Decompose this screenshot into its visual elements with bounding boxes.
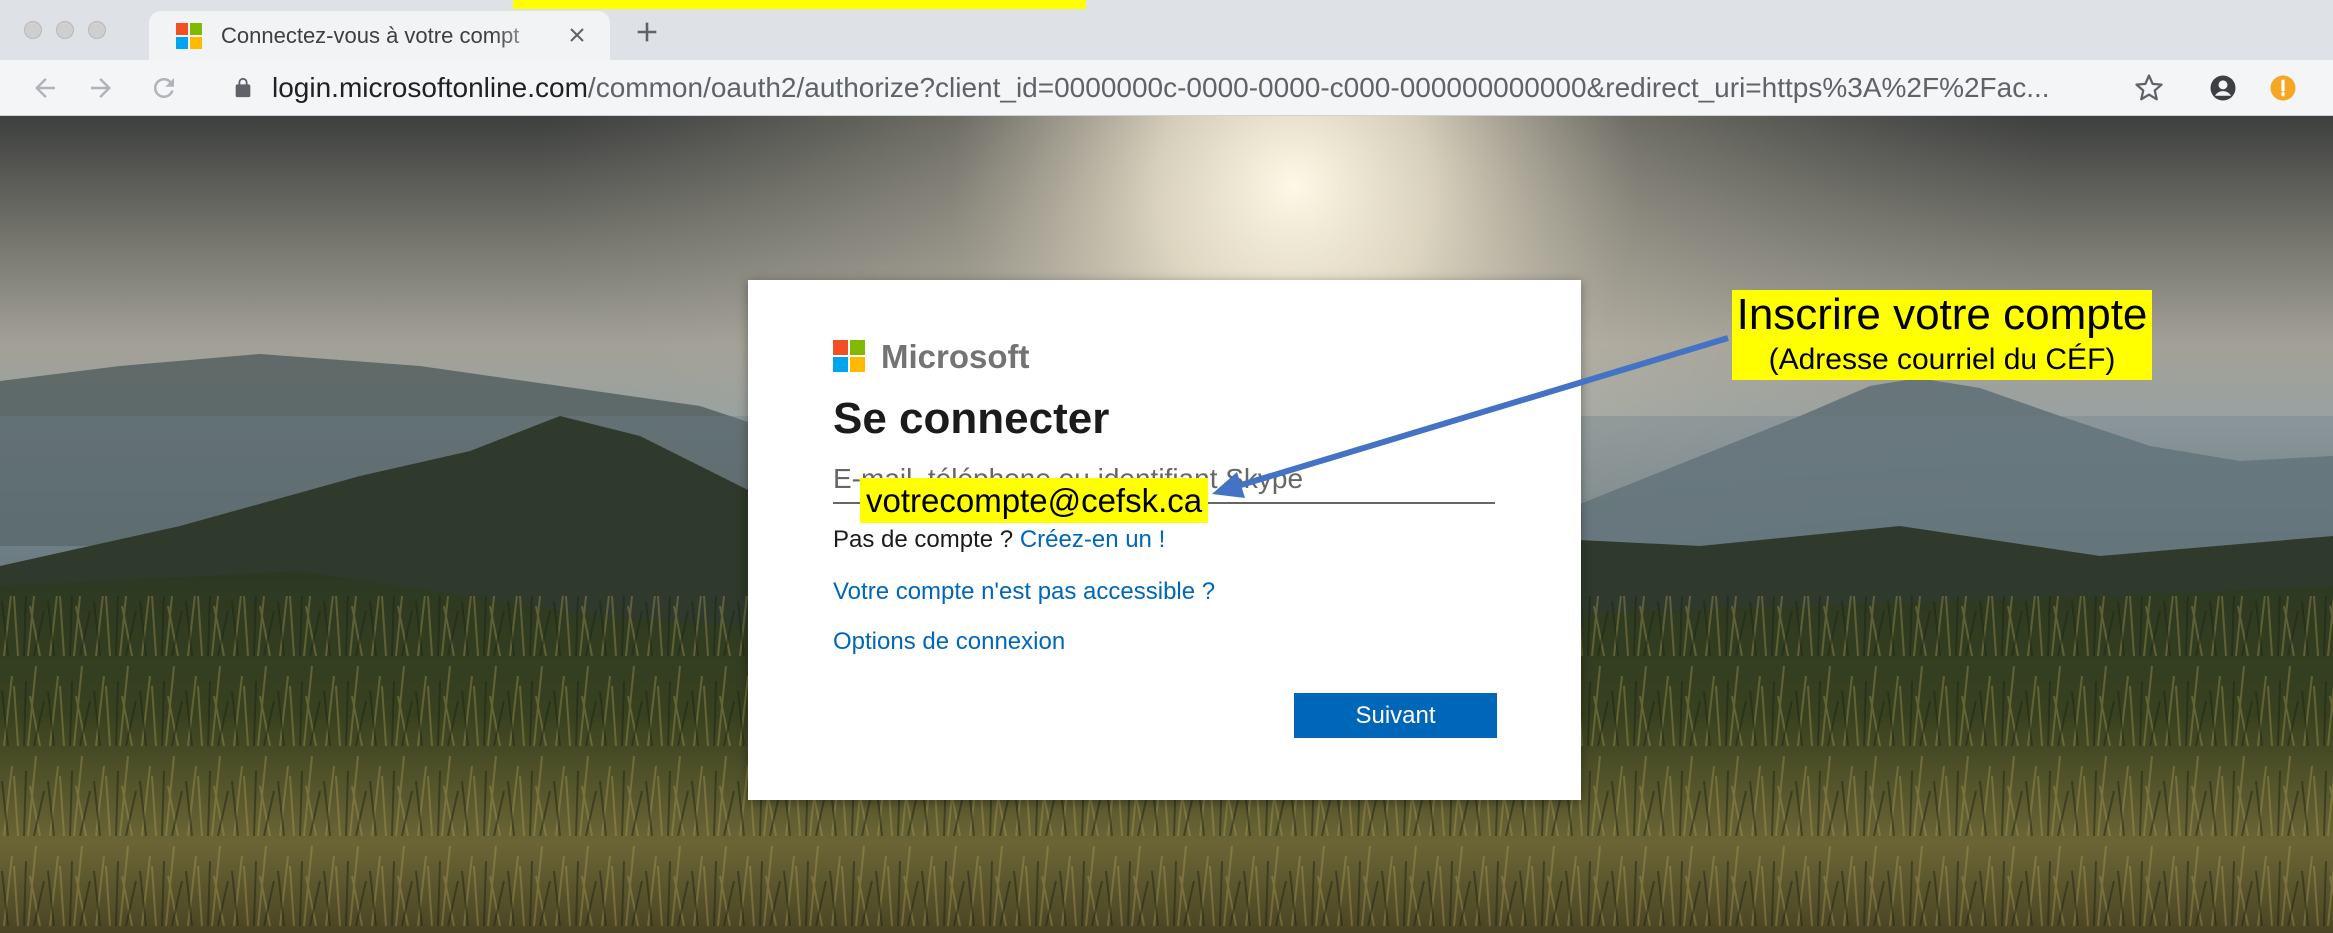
url-path: /common/oauth2/authorize?client_id=00000…: [587, 72, 2050, 103]
create-account-link[interactable]: Créez-en un !: [1020, 526, 1165, 553]
page-title: Se connecter: [833, 394, 1110, 443]
callout-title: Inscrire votre compte: [1736, 290, 2148, 339]
brand-name: Microsoft: [881, 338, 1030, 375]
window-close-button[interactable]: [24, 21, 42, 39]
callout-subtitle: (Adresse courriel du CÉF): [1768, 343, 2116, 376]
login-page: Microsoft Se connecter Pas de compte ?Cr…: [0, 116, 2333, 933]
microsoft-logo-icon: [176, 23, 202, 49]
forward-arrow-icon[interactable]: [86, 73, 116, 103]
screenshot-page: Connectez-vous à votre compt login.micro…: [0, 0, 2333, 933]
reload-icon[interactable]: [149, 73, 179, 103]
lock-icon[interactable]: [232, 77, 254, 99]
tab-title: Connectez-vous à votre compt: [221, 23, 520, 48]
address-bar[interactable]: login.microsoftonline.com/common/oauth2/…: [228, 66, 2123, 110]
update-icon[interactable]: [2268, 73, 2298, 103]
annotation-email-example: votrecompte@cefsk.ca: [860, 478, 1209, 523]
browser-toolbar: login.microsoftonline.com/common/oauth2/…: [0, 60, 2333, 116]
star-icon[interactable]: [2134, 73, 2164, 103]
plus-icon[interactable]: [633, 18, 661, 46]
browser-tab[interactable]: Connectez-vous à votre compt: [149, 11, 610, 60]
no-account-row: Pas de compte ? Créez-en un !: [833, 525, 1165, 555]
annotation-highlight-top: [513, 0, 1086, 9]
signin-card: Microsoft Se connecter Pas de compte ?Cr…: [748, 280, 1581, 800]
window-zoom-button[interactable]: [88, 21, 106, 39]
tab-strip: Connectez-vous à votre compt: [0, 0, 2333, 60]
account-inaccessible-link[interactable]: Votre compte n'est pas accessible ?: [833, 577, 1215, 607]
annotation-callout: Inscrire votre compte (Adresse courriel …: [1732, 290, 2152, 380]
url-text[interactable]: login.microsoftonline.com/common/oauth2/…: [272, 66, 2117, 110]
microsoft-logo-icon: [833, 340, 865, 372]
window-minimize-button[interactable]: [56, 21, 74, 39]
next-button[interactable]: Suivant: [1294, 693, 1497, 738]
close-icon[interactable]: [565, 23, 589, 47]
signin-options-link[interactable]: Options de connexion: [833, 627, 1065, 657]
back-arrow-icon[interactable]: [30, 73, 60, 103]
no-account-text: Pas de compte ?: [833, 526, 1014, 553]
url-host: login.microsoftonline.com: [272, 72, 588, 103]
account-icon[interactable]: [2208, 73, 2238, 103]
